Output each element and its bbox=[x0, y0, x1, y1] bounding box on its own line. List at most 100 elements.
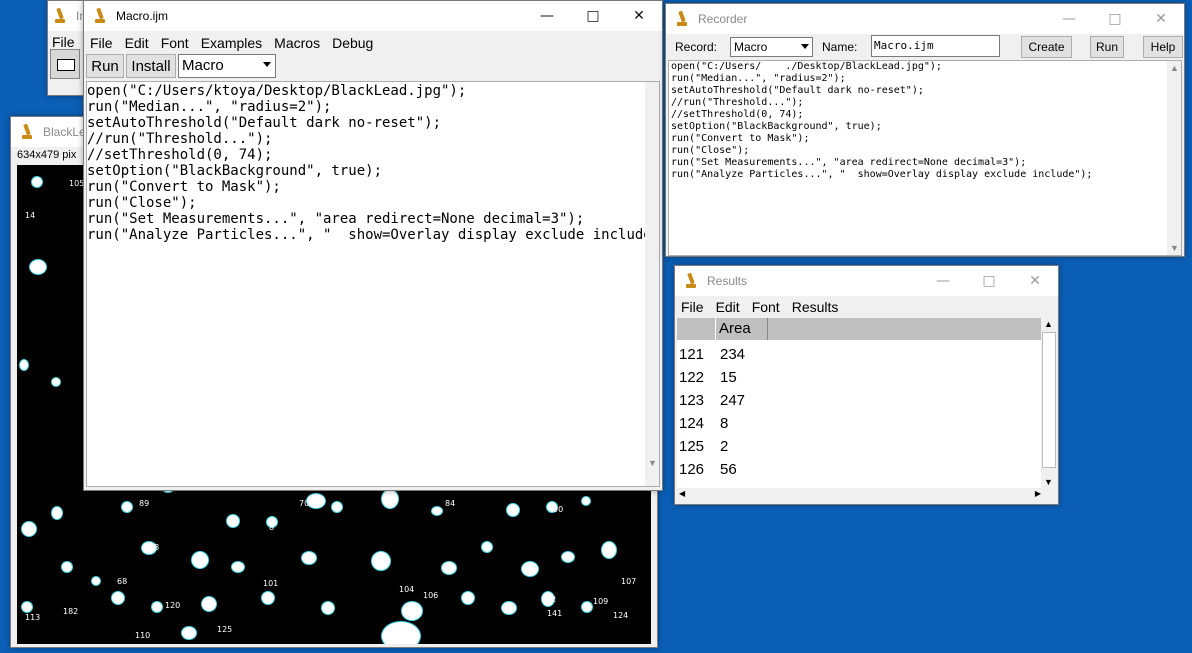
imagej-main-window: Im File bbox=[47, 0, 87, 96]
create-button[interactable]: Create bbox=[1021, 36, 1072, 58]
recorder-line: //setThreshold(0, 74); bbox=[671, 109, 804, 120]
code-line: run("Median...", "radius=2"); bbox=[87, 99, 332, 115]
recorder-line: open("C:/Users/ ./Desktop/BlackLead.jpg"… bbox=[671, 61, 942, 72]
help-button[interactable]: Help bbox=[1143, 36, 1183, 58]
results-table[interactable]: Area 121 234 122 15 123 247 124 8 125 2 bbox=[677, 318, 1043, 488]
code-line: open("C:/Users/ktoya/Desktop/BlackLead.j… bbox=[87, 83, 467, 99]
particle bbox=[431, 506, 443, 516]
particle-label: 98 bbox=[149, 543, 160, 552]
minimize-icon[interactable]: — bbox=[920, 266, 966, 296]
chevron-up-icon[interactable]: ▲ bbox=[1170, 63, 1179, 73]
scroll-thumb[interactable] bbox=[1042, 332, 1056, 468]
install-button[interactable]: Install bbox=[126, 54, 176, 78]
language-select[interactable]: Macro bbox=[178, 54, 276, 78]
run-button[interactable]: Run bbox=[86, 54, 124, 78]
menu-macros[interactable]: Macros bbox=[268, 35, 326, 51]
table-row[interactable]: 125 2 bbox=[677, 435, 745, 458]
code-line: setAutoThreshold("Default dark no-reset"… bbox=[87, 115, 442, 131]
area-cell: 234 bbox=[720, 346, 746, 363]
chevron-down-icon bbox=[801, 44, 809, 49]
table-row[interactable]: 126 56 bbox=[677, 458, 745, 481]
macro-menubar: File Edit Font Examples Macros Debug bbox=[84, 31, 662, 55]
run-button[interactable]: Run bbox=[1090, 36, 1124, 58]
particle bbox=[461, 591, 475, 605]
row-number: 126 bbox=[679, 461, 705, 478]
recorder-scrollbar[interactable]: ▲ ▼ bbox=[1167, 61, 1181, 255]
particle-label: 113 bbox=[25, 613, 41, 622]
particle bbox=[371, 551, 391, 571]
menu-examples[interactable]: Examples bbox=[195, 35, 268, 51]
particle-label: 101 bbox=[263, 579, 279, 588]
imagej-titlebar[interactable]: Im bbox=[48, 1, 86, 31]
maximize-icon[interactable]: □ bbox=[570, 1, 616, 31]
particle-label: 125 bbox=[217, 625, 233, 634]
recorder-controls: Record: Macro Name: Macro.ijm Create Run… bbox=[666, 35, 1184, 59]
record-value: Macro bbox=[734, 40, 768, 54]
rectangle-tool-button[interactable] bbox=[50, 49, 80, 79]
imagej-icon bbox=[683, 272, 701, 290]
table-row[interactable]: 122 15 bbox=[677, 366, 745, 389]
area-header[interactable]: Area bbox=[716, 318, 768, 340]
particle-label: 70 bbox=[299, 499, 310, 508]
particle-label: 89 bbox=[139, 499, 150, 508]
minimize-icon[interactable]: — bbox=[524, 1, 570, 31]
recorder-text-area[interactable]: open("C:/Users/ ./Desktop/BlackLead.jpg"… bbox=[668, 60, 1182, 256]
particle bbox=[231, 561, 245, 573]
results-scrollbar[interactable]: ▲ ▼ bbox=[1041, 318, 1057, 488]
close-icon[interactable]: ✕ bbox=[1012, 266, 1058, 296]
macro-editor-window: Macro.ijm — □ ✕ File Edit Font Examples … bbox=[83, 0, 663, 491]
menu-font[interactable]: Font bbox=[155, 35, 195, 51]
code-editor[interactable]: open("C:/Users/ktoya/Desktop/BlackLead.j… bbox=[86, 81, 660, 487]
particle bbox=[601, 541, 617, 559]
particle-label: 182 bbox=[63, 607, 79, 616]
particle-label: 90 bbox=[553, 505, 564, 514]
horizontal-scrollbar[interactable]: ◀ ▶ bbox=[677, 488, 1043, 502]
table-row[interactable]: 124 8 bbox=[677, 412, 745, 435]
particle bbox=[91, 576, 101, 586]
maximize-icon[interactable]: □ bbox=[1092, 4, 1138, 34]
particle-label: 120 bbox=[165, 601, 181, 610]
table-row[interactable]: 123 247 bbox=[677, 389, 745, 412]
particle bbox=[481, 541, 493, 553]
area-cell: 15 bbox=[720, 369, 737, 386]
menu-results[interactable]: Results bbox=[786, 299, 845, 315]
record-select[interactable]: Macro bbox=[730, 37, 813, 57]
code-line: //run("Threshold..."); bbox=[87, 131, 273, 147]
area-cell: 2 bbox=[720, 438, 729, 455]
particle bbox=[121, 501, 133, 513]
menu-debug[interactable]: Debug bbox=[326, 35, 379, 51]
chevron-right-icon[interactable]: ▶ bbox=[1035, 489, 1041, 498]
minimize-icon[interactable]: — bbox=[1046, 4, 1092, 34]
language-value: Macro bbox=[182, 57, 224, 74]
results-window: Results — □ ✕ File Edit Font Results Are… bbox=[674, 265, 1059, 505]
recorder-title: Recorder bbox=[698, 12, 748, 26]
maximize-icon[interactable]: □ bbox=[966, 266, 1012, 296]
chevron-down-icon[interactable]: ▼ bbox=[1044, 477, 1053, 487]
close-icon[interactable]: ✕ bbox=[1138, 4, 1184, 34]
menu-file[interactable]: File bbox=[675, 299, 710, 315]
recorder-titlebar[interactable]: Recorder — □ ✕ bbox=[666, 4, 1184, 34]
particle bbox=[111, 591, 125, 605]
menu-file[interactable]: File bbox=[84, 35, 119, 51]
macro-titlebar[interactable]: Macro.ijm — □ ✕ bbox=[84, 1, 662, 31]
particle-label: 106 bbox=[423, 591, 439, 600]
area-cell: 8 bbox=[720, 415, 729, 432]
particle bbox=[61, 561, 73, 573]
results-titlebar[interactable]: Results — □ ✕ bbox=[675, 266, 1058, 296]
particle-label: 104 bbox=[399, 585, 415, 594]
particle-label: 109 bbox=[593, 597, 609, 606]
chevron-left-icon[interactable]: ◀ bbox=[679, 489, 685, 498]
chevron-down-icon[interactable]: ▼ bbox=[1170, 243, 1179, 253]
imagej-menu-file[interactable]: File bbox=[48, 34, 79, 50]
particle-label: 105 bbox=[69, 179, 85, 188]
editor-scrollbar[interactable]: ▼ bbox=[645, 82, 659, 486]
table-row[interactable]: 121 234 bbox=[677, 343, 745, 366]
menu-edit[interactable]: Edit bbox=[710, 299, 746, 315]
chevron-up-icon[interactable]: ▲ bbox=[1044, 319, 1053, 329]
chevron-down-icon[interactable]: ▼ bbox=[648, 458, 657, 468]
particle bbox=[21, 601, 33, 613]
name-field[interactable]: Macro.ijm bbox=[871, 35, 1000, 57]
close-icon[interactable]: ✕ bbox=[616, 1, 662, 31]
menu-edit[interactable]: Edit bbox=[119, 35, 155, 51]
menu-font[interactable]: Font bbox=[746, 299, 786, 315]
